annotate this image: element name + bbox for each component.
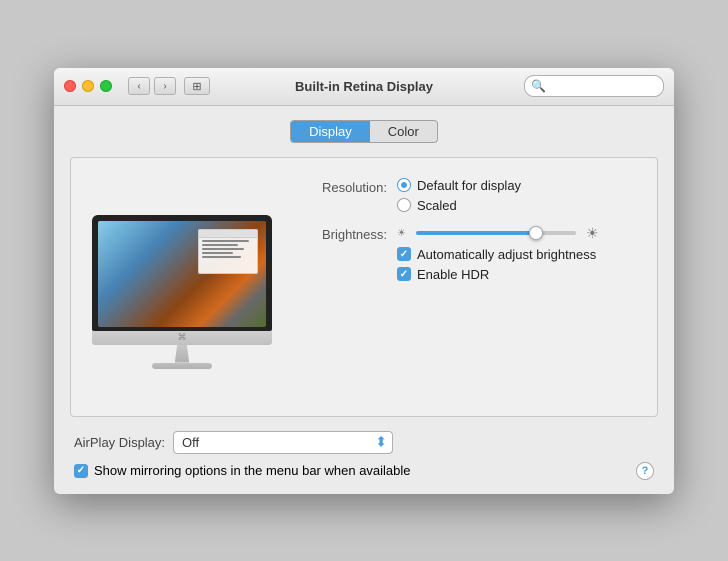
screen-window-title xyxy=(199,230,257,238)
help-button[interactable]: ? xyxy=(636,462,654,480)
airplay-row: AirPlay Display: Off ⬍ xyxy=(74,431,654,454)
resolution-default-option[interactable]: Default for display xyxy=(397,178,521,193)
screen-window-content xyxy=(199,238,257,262)
screen-image xyxy=(98,221,266,327)
close-button[interactable] xyxy=(64,80,76,92)
forward-button[interactable]: › xyxy=(154,77,176,95)
screen-bezel xyxy=(92,215,272,331)
search-icon: 🔍 xyxy=(531,79,546,93)
tab-color[interactable]: Color xyxy=(370,121,437,142)
resolution-scaled-option[interactable]: Scaled xyxy=(397,198,521,213)
settings-panel: Resolution: Default for display Scaled xyxy=(297,174,641,400)
back-arrow-icon: ‹ xyxy=(137,81,140,92)
slider-thumb xyxy=(529,226,543,240)
help-icon: ? xyxy=(642,465,649,477)
checkmark-icon: ✓ xyxy=(400,249,408,260)
minimize-button[interactable] xyxy=(82,80,94,92)
hdr-checkmark-icon: ✓ xyxy=(400,269,408,280)
brightness-slider-row: ☀ ☀ xyxy=(397,225,599,242)
tab-group: Display Color xyxy=(290,120,438,143)
monitor-preview: ⌘ xyxy=(87,174,277,400)
resolution-scaled-label: Scaled xyxy=(417,198,457,213)
resolution-scaled-radio[interactable] xyxy=(397,198,411,212)
brightness-controls: ☀ ☀ ✓ Automatically adjust brightness xyxy=(397,225,599,282)
brightness-min-icon: ☀ xyxy=(397,228,406,239)
mirroring-checkbox[interactable]: ✓ xyxy=(74,464,88,478)
back-button[interactable]: ‹ xyxy=(128,77,150,95)
imac-chin: ⌘ xyxy=(92,331,272,345)
nav-buttons: ‹ › xyxy=(128,77,176,95)
display-settings-area: ⌘ Resolution: Default xyxy=(70,157,658,417)
radio-selected-indicator xyxy=(401,182,407,188)
traffic-lights xyxy=(64,80,112,92)
mirroring-row: ✓ Show mirroring options in the menu bar… xyxy=(74,462,654,480)
mirroring-left: ✓ Show mirroring options in the menu bar… xyxy=(74,463,411,478)
grid-icon: ⊞ xyxy=(192,80,201,93)
airplay-select[interactable]: Off xyxy=(173,431,393,454)
tabs-bar: Display Color xyxy=(70,120,658,143)
forward-arrow-icon: › xyxy=(163,81,166,92)
auto-brightness-checkbox[interactable]: ✓ xyxy=(397,247,411,261)
main-content: Display Color xyxy=(54,106,674,494)
imac-illustration: ⌘ xyxy=(92,215,272,369)
brightness-slider[interactable] xyxy=(416,231,576,235)
hdr-checkbox[interactable]: ✓ xyxy=(397,267,411,281)
auto-brightness-label: Automatically adjust brightness xyxy=(417,247,596,262)
titlebar: ‹ › ⊞ Built-in Retina Display 🔍 ✕ xyxy=(54,68,674,106)
resolution-default-label: Default for display xyxy=(417,178,521,193)
airplay-select-wrapper: Off ⬍ xyxy=(173,431,393,454)
hdr-label: Enable HDR xyxy=(417,267,489,282)
auto-brightness-option[interactable]: ✓ Automatically adjust brightness xyxy=(397,247,599,262)
brightness-label: Brightness: xyxy=(297,225,387,242)
grid-button[interactable]: ⊞ xyxy=(184,77,210,95)
hdr-option[interactable]: ✓ Enable HDR xyxy=(397,267,599,282)
bottom-area: AirPlay Display: Off ⬍ ✓ Show mirroring … xyxy=(70,431,658,480)
imac-base xyxy=(152,363,212,369)
search-input[interactable] xyxy=(549,79,674,93)
maximize-button[interactable] xyxy=(100,80,112,92)
resolution-default-radio[interactable] xyxy=(397,178,411,192)
mirroring-checkmark-icon: ✓ xyxy=(77,465,85,476)
mirroring-label: Show mirroring options in the menu bar w… xyxy=(94,463,411,478)
resolution-row: Resolution: Default for display Scaled xyxy=(297,178,641,213)
resolution-controls: Default for display Scaled xyxy=(397,178,521,213)
window-title: Built-in Retina Display xyxy=(295,79,433,94)
search-field[interactable]: 🔍 ✕ xyxy=(524,75,664,97)
brightness-max-icon: ☀ xyxy=(586,225,599,242)
screen-window-overlay xyxy=(198,229,258,274)
apple-logo-icon: ⌘ xyxy=(178,332,187,343)
tab-display[interactable]: Display xyxy=(291,121,370,142)
brightness-row: Brightness: ☀ ☀ ✓ xyxy=(297,225,641,282)
airplay-label: AirPlay Display: xyxy=(74,435,165,450)
resolution-label: Resolution: xyxy=(297,178,387,195)
system-preferences-window: ‹ › ⊞ Built-in Retina Display 🔍 ✕ Displa… xyxy=(54,68,674,494)
imac-stand xyxy=(170,345,194,363)
